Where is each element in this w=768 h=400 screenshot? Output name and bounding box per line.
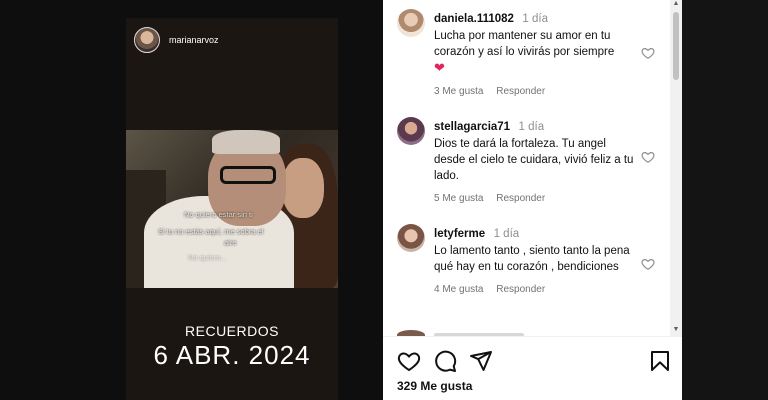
lyric-line-1: No quiero estar sin ti (184, 210, 253, 219)
comments-scrollbar[interactable]: ▲ ▼ (670, 0, 682, 336)
comment-like-heart-icon[interactable] (641, 257, 655, 271)
comment-bubble-icon[interactable] (433, 349, 457, 373)
comments-list[interactable]: daniela.111082 1 día Lucha por mantener … (383, 0, 670, 336)
photo-woman-face (282, 158, 324, 218)
comment-time[interactable]: 1 día (522, 13, 548, 25)
comment-meta: 3 Me gusta Responder (434, 86, 666, 97)
comment-reply-button[interactable]: Responder (496, 193, 545, 204)
comment-time[interactable]: 1 día (519, 121, 545, 133)
comment-like-heart-icon[interactable] (641, 46, 655, 60)
comments-panel: daniela.111082 1 día Lucha por mantener … (383, 0, 682, 400)
comment-avatar[interactable] (397, 117, 425, 145)
story-viewer[interactable]: marianarvoz No quiero estar sin ti Si tu… (126, 18, 338, 400)
photo-man-hair (212, 130, 280, 154)
comment-meta: 5 Me gusta Responder (434, 193, 666, 204)
scroll-thumb[interactable] (673, 12, 679, 80)
story-username[interactable]: marianarvoz (169, 35, 219, 45)
comment-text: Lo lamento tanto , siento tanto la pena … (434, 245, 630, 273)
comment-body: stellagarcia71 1 día Dios te dará la for… (434, 117, 666, 204)
comment-likes[interactable]: 5 Me gusta (434, 193, 483, 204)
comment-like-heart-icon[interactable] (641, 150, 655, 164)
photo-glasses (220, 166, 276, 184)
comment-text-content: Lucha por mantener su amor en tu corazón… (434, 30, 615, 58)
comment-username[interactable]: daniela.111082 (434, 13, 514, 25)
comment-reply-button[interactable]: Responder (496, 86, 545, 97)
story-header[interactable]: marianarvoz (134, 27, 219, 53)
comment-body: letyferme 1 día Lo lamento tanto , sient… (434, 224, 666, 295)
bookmark-icon[interactable] (648, 349, 672, 373)
comment-avatar[interactable] (397, 224, 425, 252)
action-bar: 329 Me gusta (383, 336, 682, 400)
story-photo: No quiero estar sin ti Si tu no estás aq… (126, 130, 338, 288)
comment-reply-button[interactable]: Responder (496, 284, 545, 295)
right-backdrop (682, 0, 768, 400)
red-heart-emoji-icon: ❤ (434, 60, 445, 75)
app-frame: marianarvoz No quiero estar sin ti Si tu… (0, 0, 768, 400)
scroll-down-arrow-icon[interactable]: ▼ (672, 326, 680, 334)
likes-count[interactable]: 329 Me gusta (397, 379, 472, 393)
comment-likes[interactable]: 3 Me gusta (434, 86, 483, 97)
lyric-line-4: No quiero... (188, 253, 227, 262)
comment-body: daniela.111082 1 día Lucha por mantener … (434, 9, 666, 97)
story-caption-title: RECUERDOS (185, 323, 279, 339)
comment-text: Lucha por mantener su amor en tu corazón… (434, 28, 634, 77)
comment-text: Dios te dará la fortaleza. Tu angel desd… (434, 138, 634, 182)
comment-username[interactable]: letyferme (434, 228, 485, 240)
story-avatar[interactable] (134, 27, 160, 53)
comment-time[interactable]: 1 día (494, 228, 520, 240)
comment-username[interactable]: stellagarcia71 (434, 121, 510, 133)
comment-avatar[interactable] (397, 9, 425, 37)
comment-likes[interactable]: 4 Me gusta (434, 284, 483, 295)
lyric-line-3: aire (224, 238, 237, 247)
story-caption-date: 6 ABR. 2024 (153, 340, 311, 370)
scroll-up-arrow-icon[interactable]: ▲ (672, 0, 680, 8)
paper-plane-icon[interactable] (469, 349, 493, 373)
comment-meta: 4 Me gusta Responder (434, 284, 666, 295)
heart-outline-icon[interactable] (397, 349, 421, 373)
lyric-line-2: Si tu no estás aquí, me sobra el (158, 227, 264, 236)
